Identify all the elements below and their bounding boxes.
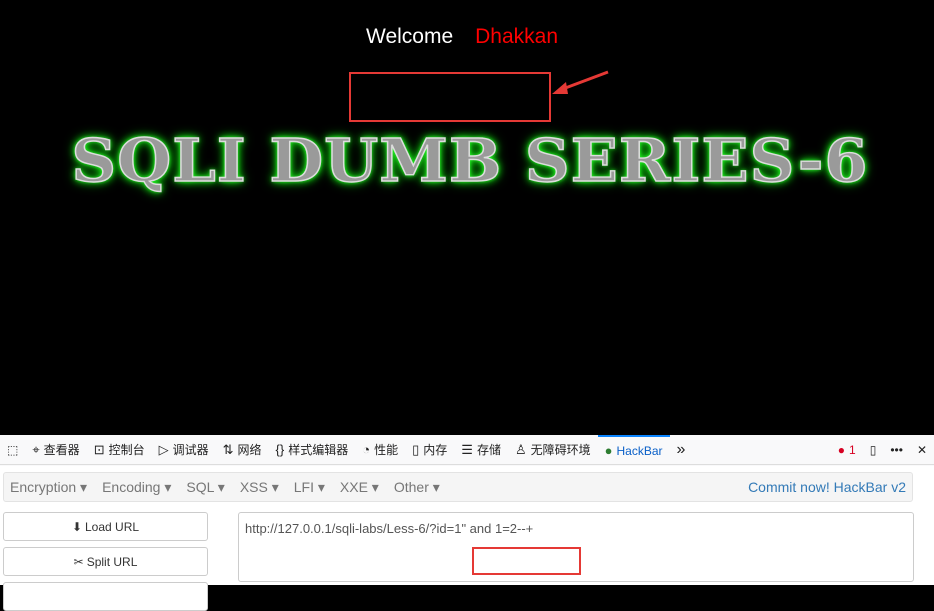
menu-xss[interactable]: XSS ▾ [240, 479, 279, 496]
more-tabs-icon[interactable]: » [670, 435, 693, 465]
scissors-icon: ✂ [73, 554, 84, 569]
network-icon: ⇅ [222, 441, 234, 457]
tab-label: 控制台 [108, 443, 145, 457]
highlight-empty-output [349, 72, 551, 122]
tab-label: HackBar [616, 443, 663, 458]
inspector-icon: ⌖ [32, 441, 40, 457]
more-options-icon[interactable]: ••• [883, 435, 910, 465]
tab-label: 内存 [423, 443, 448, 457]
tab-label: 查看器 [43, 443, 80, 457]
hackbar-panel: Encryption ▾ Encoding ▾ SQL ▾ XSS ▾ LFI … [0, 466, 934, 611]
banner-title: SQLI DUMB SERIES-6 [71, 125, 869, 196]
commit-link[interactable]: Commit now! HackBar v2 [748, 479, 906, 495]
highlight-payload [472, 547, 581, 575]
load-url-button[interactable]: ⬇ Load URL [3, 512, 208, 541]
accessibility-icon: ♙ [514, 441, 527, 457]
split-url-label: Split URL [86, 554, 138, 569]
download-icon: ⬇ [71, 519, 82, 534]
menu-encoding[interactable]: Encoding ▾ [102, 479, 171, 496]
load-url-label: Load URL [85, 519, 140, 534]
menu-sql[interactable]: SQL ▾ [186, 479, 224, 496]
user-name: Dhakkan [475, 25, 559, 48]
devtools-panel: ⬚ ⌖ 查看器 ⊡ 控制台 ▷ 调试器 ⇅ 网络 {} 样式编辑器 ◔ 性能 ▯ 内存 ☰ 存储… [0, 434, 934, 611]
welcome-text: Welcome Dhakkan [366, 25, 558, 49]
hackbar-menu: Encryption ▾ Encoding ▾ SQL ▾ XSS ▾ LFI … [3, 472, 913, 502]
split-url-button[interactable]: ✂ Split URL [3, 547, 208, 576]
tab-style-editor[interactable]: {} 样式编辑器 [269, 435, 356, 465]
tab-storage[interactable]: ☰ 存储 [454, 435, 508, 465]
tab-label: 性能 [374, 443, 399, 457]
web-page: Welcome Dhakkan SQLI DUMB SERIES-6 [0, 0, 934, 435]
menu-lfi[interactable]: LFI ▾ [294, 479, 325, 496]
responsive-mode-icon[interactable]: ▯ [863, 435, 884, 465]
tab-memory[interactable]: ▯ 内存 [405, 435, 454, 465]
tab-label: 存储 [476, 443, 501, 457]
memory-icon: ▯ [412, 441, 420, 457]
element-picker-icon[interactable]: ⬚ [0, 435, 25, 465]
tab-label: 调试器 [172, 443, 209, 457]
tab-network[interactable]: ⇅ 网络 [216, 435, 269, 465]
error-icon: ● [837, 442, 846, 457]
menu-encryption[interactable]: Encryption ▾ [10, 479, 87, 496]
tab-inspector[interactable]: ⌖ 查看器 [25, 435, 86, 465]
tab-debugger[interactable]: ▷ 调试器 [152, 435, 216, 465]
arrow-annotation [552, 70, 609, 94]
tab-label: 无障碍环境 [530, 443, 591, 457]
menu-xxe[interactable]: XXE ▾ [340, 479, 379, 496]
error-count[interactable]: ● 1 [831, 435, 863, 465]
console-icon: ⊡ [93, 441, 105, 457]
devtools-toolbar: ⬚ ⌖ 查看器 ⊡ 控制台 ▷ 调试器 ⇅ 网络 {} 样式编辑器 ◔ 性能 ▯ 内存 ☰ 存储… [0, 434, 934, 465]
performance-icon: ◔ [362, 442, 371, 457]
welcome-label: Welcome [366, 25, 454, 48]
tab-performance[interactable]: ◔ 性能 [355, 435, 405, 465]
tab-hackbar[interactable]: ● HackBar [597, 434, 670, 465]
tab-accessibility[interactable]: ♙ 无障碍环境 [508, 435, 598, 465]
storage-icon: ☰ [461, 441, 473, 457]
close-icon[interactable]: ✕ [910, 435, 934, 465]
debugger-icon: ▷ [158, 441, 169, 457]
tab-console[interactable]: ⊡ 控制台 [87, 435, 152, 465]
tab-label: 样式编辑器 [288, 443, 349, 457]
error-count-label: 1 [849, 442, 856, 457]
style-editor-icon: {} [275, 442, 285, 457]
hackbar-icon: ● [604, 443, 613, 458]
execute-button[interactable] [3, 582, 208, 611]
tab-label: 网络 [237, 443, 262, 457]
menu-other[interactable]: Other ▾ [394, 479, 440, 496]
